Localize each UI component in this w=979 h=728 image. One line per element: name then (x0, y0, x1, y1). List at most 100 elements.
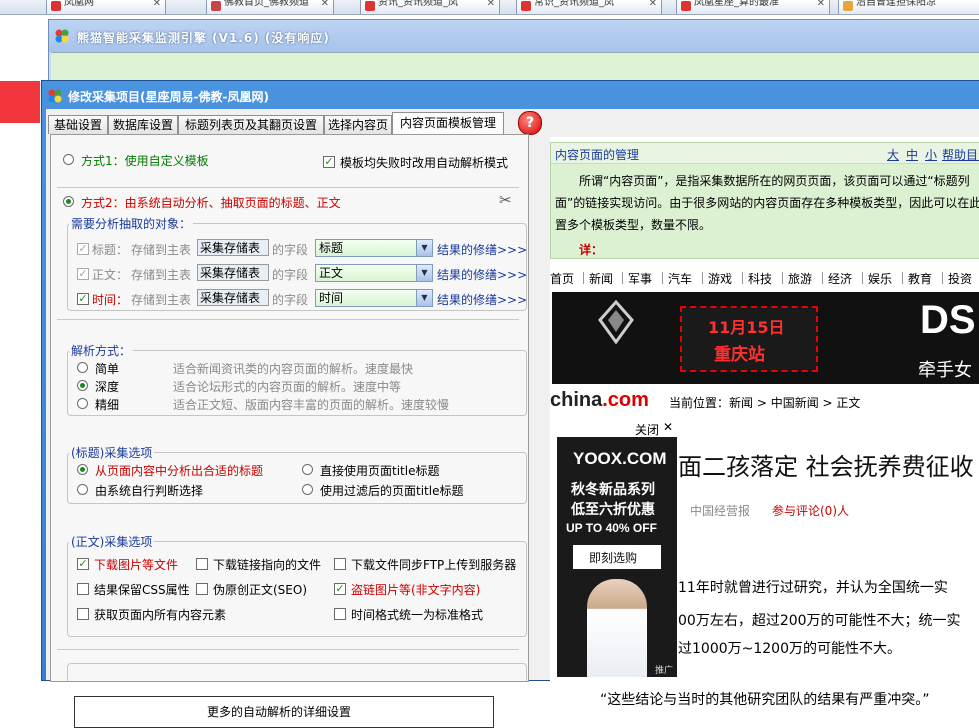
scissors-icon[interactable]: ✂ (499, 191, 512, 209)
nav-separator (662, 272, 663, 284)
close-icon[interactable]: ✕ (817, 0, 825, 9)
nav-item[interactable]: 娱乐 (868, 270, 892, 287)
title-modify-link[interactable]: 结果的修缮>>> (437, 241, 527, 258)
target-body-checkbox[interactable] (77, 268, 89, 280)
download-linked-files-checkbox[interactable] (196, 558, 208, 570)
target-time-checkbox[interactable] (77, 293, 89, 305)
nav-item[interactable]: 投资 (948, 270, 972, 287)
article-source[interactable]: 中国经营报 (690, 502, 750, 519)
close-icon[interactable]: ✕ (153, 0, 161, 9)
download-images-checkbox[interactable] (77, 558, 89, 570)
title-filtered-title-radio[interactable] (302, 484, 313, 495)
floating-ad[interactable]: YOOX.COM 秋冬新品系列 低至六折优惠 UP TO 40% OFF 即刻选… (557, 437, 677, 677)
nav-item[interactable]: 教育 (908, 270, 932, 287)
tab-title-list-settings[interactable]: 标题列表页及其翻页设置 (178, 115, 324, 134)
ad-cta-button[interactable]: 即刻选购 (573, 545, 661, 569)
font-size-small-link[interactable]: 小 (925, 146, 937, 163)
parse-fine-radio[interactable] (77, 398, 88, 409)
ad-close-label[interactable]: 关闭 (635, 421, 659, 438)
browser-tab[interactable]: 凤凰星座_算的最准 ✕ (676, 0, 830, 14)
more-auto-parse-settings-button[interactable]: 更多的自动解析的详细设置 (74, 696, 494, 728)
preview-browser-panel: 内容页面的管理 大 中 小 帮助目录 所谓“内容页面”，是指采集数据所在的网页页… (550, 137, 979, 708)
body-table-field[interactable]: 采集存储表 (197, 264, 269, 281)
banner-ad[interactable]: 11月15日 重庆站 DS 牵手女 (552, 292, 979, 384)
method1-radio[interactable] (63, 154, 74, 165)
outer-window-titlebar[interactable]: 熊猫智能采集监测引擎 (V1.6) (没有响应) (49, 20, 979, 52)
nav-item[interactable]: 游戏 (708, 270, 732, 287)
title-auto-select-radio[interactable] (77, 484, 88, 495)
select-value: 正文 (319, 266, 344, 280)
site-logo[interactable]: china.com (550, 389, 649, 413)
title-from-content-radio[interactable] (77, 464, 88, 475)
article-paragraph: “这些结论与当时的其他研究团队的结果有严重冲突。” (600, 692, 930, 708)
browser-tab[interactable]: 治自曾逢担保阳凉 (838, 0, 979, 14)
target-title-checkbox[interactable] (77, 243, 89, 255)
time-modify-link[interactable]: 结果的修缮>>> (437, 291, 527, 308)
help-panel-header: 内容页面的管理 大 中 小 帮助目录 (551, 143, 979, 164)
help-toc-link[interactable]: 帮助目录 (942, 146, 979, 163)
method2-radio[interactable] (63, 196, 74, 207)
close-icon[interactable]: ✕ (663, 420, 673, 434)
article-comments[interactable]: 参与评论(0)人 (772, 502, 849, 519)
parse-simple-radio[interactable] (77, 362, 88, 373)
tab-basic-settings[interactable]: 基础设置 (48, 115, 108, 134)
title-table-field[interactable]: 采集存储表 (197, 239, 269, 256)
parse-deep-radio[interactable] (77, 380, 88, 391)
body-options-group-title: (正文)采集选项 (69, 533, 155, 550)
background-page-strip (0, 81, 40, 123)
breadcrumb-item[interactable]: 中国新闻 (771, 396, 819, 410)
tab-select-content-page[interactable]: 选择内容页 (324, 115, 392, 134)
browser-tab[interactable]: 资讯_资讯频道_凤 ✕ (360, 0, 500, 14)
favicon-icon (365, 1, 375, 11)
font-size-large-link[interactable]: 大 (887, 146, 899, 163)
nav-item[interactable]: 科技 (748, 270, 772, 287)
keep-css-checkbox[interactable] (77, 583, 89, 595)
chevron-down-icon[interactable]: ▼ (416, 265, 432, 281)
all-elements-checkbox[interactable] (77, 608, 89, 620)
fallback-auto-checkbox[interactable] (323, 156, 335, 168)
field-word-label: 的字段 (272, 293, 309, 307)
brand-slogan: 牵手女 (918, 360, 972, 381)
dialog-title: 修改采集项目(星座周易-佛教-凤凰网) (68, 90, 269, 104)
tab-content-template-manage[interactable]: 内容页面模板管理 (392, 112, 504, 135)
body-modify-link[interactable]: 结果的修缮>>> (437, 266, 527, 283)
nav-item[interactable]: 新闻 (589, 270, 613, 287)
ftp-upload-checkbox[interactable] (334, 558, 346, 570)
more-settings-group (67, 663, 527, 681)
time-field-select[interactable]: 时间 ▼ (315, 289, 433, 307)
fallback-auto-label: 模板均失败时改用自动解析模式 (340, 156, 509, 170)
title-use-page-title-radio[interactable] (302, 464, 313, 475)
keep-css-label: 结果保留CSS属性 (94, 583, 190, 597)
breadcrumb-item[interactable]: 正文 (836, 396, 860, 410)
close-icon[interactable]: ✕ (649, 0, 657, 9)
chevron-down-icon[interactable]: ▼ (416, 290, 432, 306)
close-icon[interactable]: ✕ (321, 0, 329, 9)
hotlink-images-checkbox[interactable] (334, 583, 346, 595)
title-field-select[interactable]: 标题 ▼ (315, 239, 433, 257)
nav-item[interactable]: 首页 (550, 270, 574, 287)
nav-item[interactable]: 旅游 (788, 270, 812, 287)
ad-model-image (587, 579, 647, 677)
close-icon[interactable]: ✕ (487, 0, 495, 9)
time-format-checkbox[interactable] (334, 608, 346, 620)
nav-item[interactable]: 军事 (628, 270, 652, 287)
help-text-line: 面”的链接实现访问。由于很多网站的内容页面存在多种模板类型，因此可以在此 (555, 196, 979, 210)
site-nav: 首页 新闻 军事 汽车 游戏 科技 旅游 经济 娱乐 教育 投资 (550, 270, 979, 286)
field-word-label: 的字段 (272, 268, 309, 282)
help-icon[interactable]: ? (518, 111, 542, 135)
body-field-select[interactable]: 正文 ▼ (315, 264, 433, 282)
font-size-medium-link[interactable]: 中 (906, 146, 918, 163)
breadcrumb-item[interactable]: 新闻 (729, 396, 753, 410)
nav-item[interactable]: 汽车 (668, 270, 692, 287)
chevron-down-icon[interactable]: ▼ (416, 240, 432, 256)
nav-item[interactable]: 经济 (828, 270, 852, 287)
browser-tab-label: 凤凰网 (64, 0, 94, 8)
nav-separator (822, 272, 823, 284)
tab-database-settings[interactable]: 数据库设置 (108, 115, 178, 134)
browser-tab[interactable]: 佛教首页_佛教频道 ✕ (206, 0, 334, 14)
parse-deep-desc: 适合论坛形式的内容页面的解析。速度中等 (173, 380, 402, 394)
time-table-field[interactable]: 采集存储表 (197, 289, 269, 306)
browser-tab[interactable]: 常识_资讯频道_凤 ✕ (516, 0, 662, 14)
pseudo-original-checkbox[interactable] (196, 583, 208, 595)
browser-tab[interactable]: 凤凰网 ✕ (46, 0, 166, 14)
